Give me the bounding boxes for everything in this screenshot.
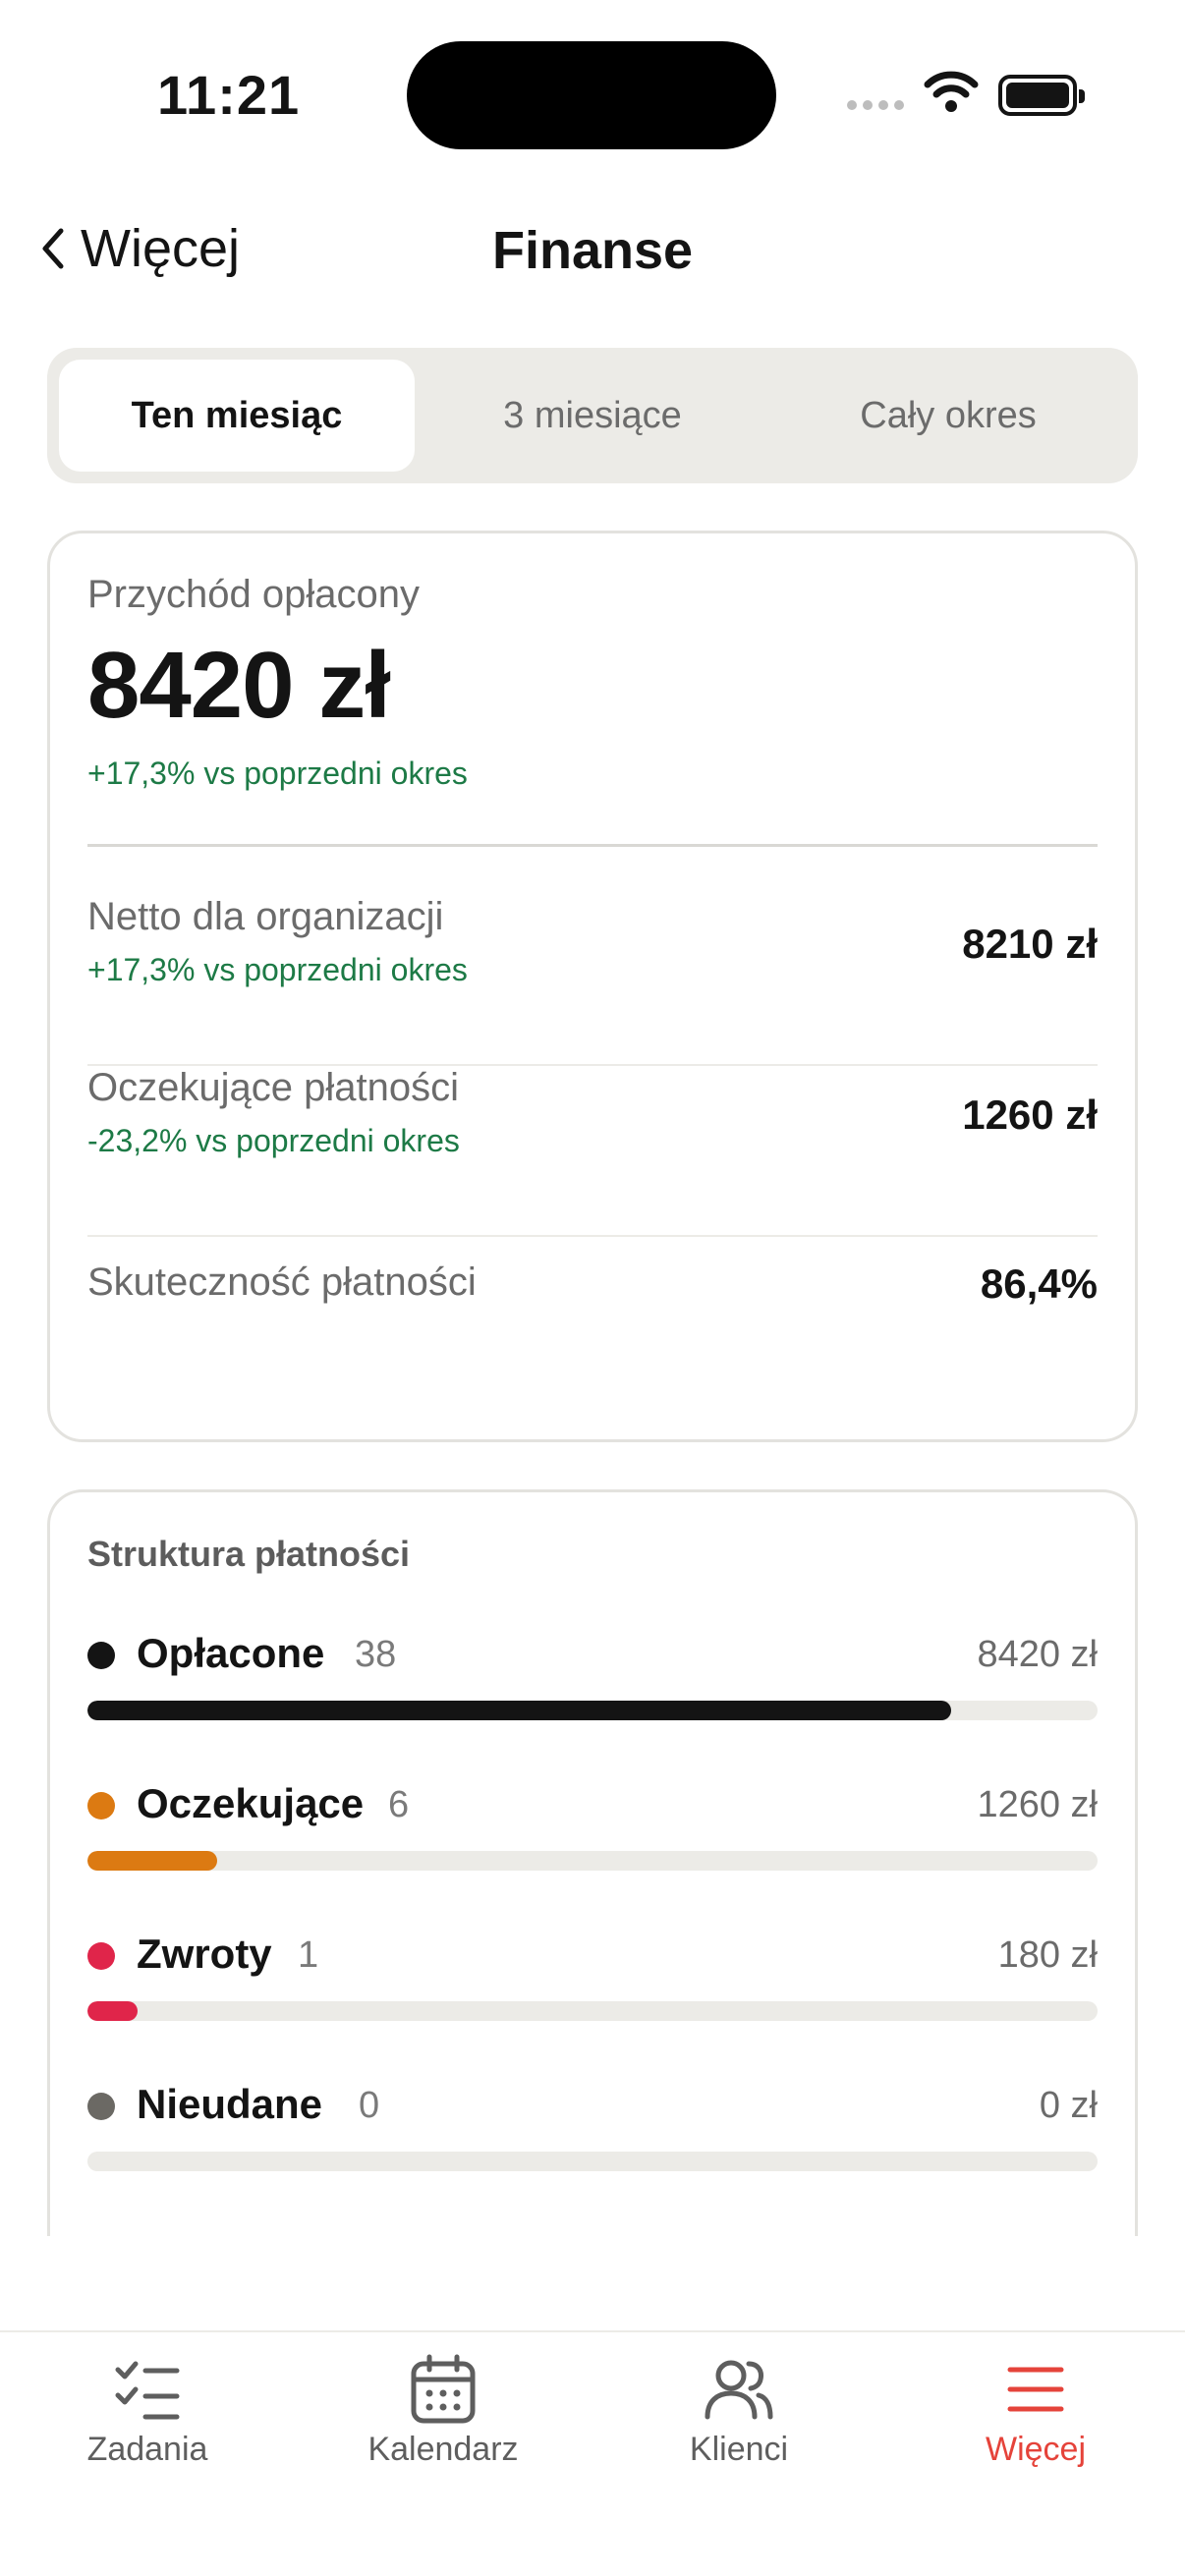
row-name: Nieudane (137, 2081, 323, 2127)
section-title: Struktura płatności (87, 1534, 411, 1574)
row-amount: 1260 zł (977, 1784, 1098, 1825)
metric-label: Oczekujące płatności (87, 1066, 459, 1109)
row-amount: 8420 zł (977, 1634, 1098, 1675)
row-count: 0 (359, 2085, 380, 2126)
metric-delta: -23,2% vs poprzedni okres (87, 1123, 460, 1158)
status-dot-icon (87, 2093, 115, 2120)
tab-label: Kalendarz (367, 2431, 519, 2468)
metric-value: 86,4% (980, 1260, 1098, 1307)
structure-row-pending: Oczekujące 6 1260 zł (87, 1780, 1098, 1898)
metric-label: Skuteczność płatności (87, 1260, 477, 1304)
status-dot-icon (87, 1642, 115, 1669)
divider (87, 844, 1098, 847)
progress-track (87, 2001, 1098, 2021)
segment-all-time[interactable]: Cały okres (770, 360, 1126, 472)
row-name: Zwroty (137, 1931, 272, 1977)
navigation-bar: Więcej Finanse (0, 206, 1185, 295)
payment-structure-card: Struktura płatności Opłacone 38 8420 zł … (47, 1489, 1138, 2236)
page-title: Finanse (491, 221, 694, 280)
structure-row-failed: Nieudane 0 0 zł (87, 2081, 1098, 2199)
tab-label: Zadania (86, 2431, 208, 2468)
status-bar: 11:21 (0, 0, 1185, 187)
progress-bar (87, 2001, 139, 2021)
checklist-icon (115, 2361, 180, 2420)
row-name: Oczekujące (137, 1780, 365, 1826)
row-amount: 180 zł (997, 1934, 1098, 1976)
users-icon (705, 2360, 773, 2420)
revenue-summary-card: Przychód opłacony 8420 zł +17,3% vs popr… (47, 531, 1138, 1442)
wifi-icon (924, 71, 979, 112)
metric-pending: Oczekujące płatności -23,2% vs poprzedni… (87, 1066, 1098, 1237)
status-dot-icon (87, 1942, 115, 1970)
period-segmented-control: Ten miesiąc 3 miesiące Cały okres (47, 348, 1138, 483)
row-amount: 0 zł (1039, 2085, 1098, 2126)
row-count: 1 (298, 1934, 319, 1976)
tab-label: Więcej (985, 2431, 1087, 2468)
metric-net: Netto dla organizacji +17,3% vs poprzedn… (87, 895, 1098, 1066)
progress-bar (87, 1701, 951, 1720)
metric-value: 8210 zł (962, 921, 1098, 967)
progress-track (87, 1701, 1098, 1720)
revenue-delta: +17,3% vs poprzedni okres (87, 756, 468, 791)
revenue-label: Przychód opłacony (87, 573, 420, 616)
structure-row-paid: Opłacone 38 8420 zł (87, 1630, 1098, 1748)
status-time: 11:21 (157, 64, 301, 126)
tab-label: Klienci (689, 2431, 789, 2468)
progress-bar (87, 1851, 217, 1871)
progress-track (87, 2152, 1098, 2171)
tab-zadania[interactable]: Zadania (29, 2354, 265, 2469)
dynamic-island (407, 41, 776, 149)
tab-bar: Zadania Kalendarz Klienci Więcej (0, 2330, 1185, 2576)
row-count: 6 (388, 1784, 410, 1825)
status-dot-icon (87, 1792, 115, 1820)
menu-icon (1007, 2367, 1064, 2412)
structure-row-refunds: Zwroty 1 180 zł (87, 1931, 1098, 2048)
metric-label: Netto dla organizacji (87, 895, 444, 938)
row-name: Opłacone (137, 1630, 325, 1676)
segment-3-months[interactable]: 3 miesiące (415, 360, 770, 472)
divider (87, 1235, 1098, 1237)
segment-this-month[interactable]: Ten miesiąc (59, 360, 415, 472)
tab-klienci[interactable]: Klienci (621, 2354, 857, 2469)
progress-track (87, 1851, 1098, 1871)
cellular-signal-icon (847, 100, 904, 110)
metric-success-rate: Skuteczność płatności 86,4% (87, 1260, 1098, 1431)
battery-icon (998, 75, 1085, 116)
calendar-icon (411, 2354, 476, 2424)
metric-value: 1260 zł (962, 1092, 1098, 1138)
row-count: 38 (355, 1634, 397, 1675)
tab-wiecej[interactable]: Więcej (918, 2354, 1154, 2469)
metric-delta: +17,3% vs poprzedni okres (87, 952, 468, 987)
revenue-value: 8420 zł (87, 633, 391, 738)
tab-kalendarz[interactable]: Kalendarz (325, 2354, 561, 2469)
